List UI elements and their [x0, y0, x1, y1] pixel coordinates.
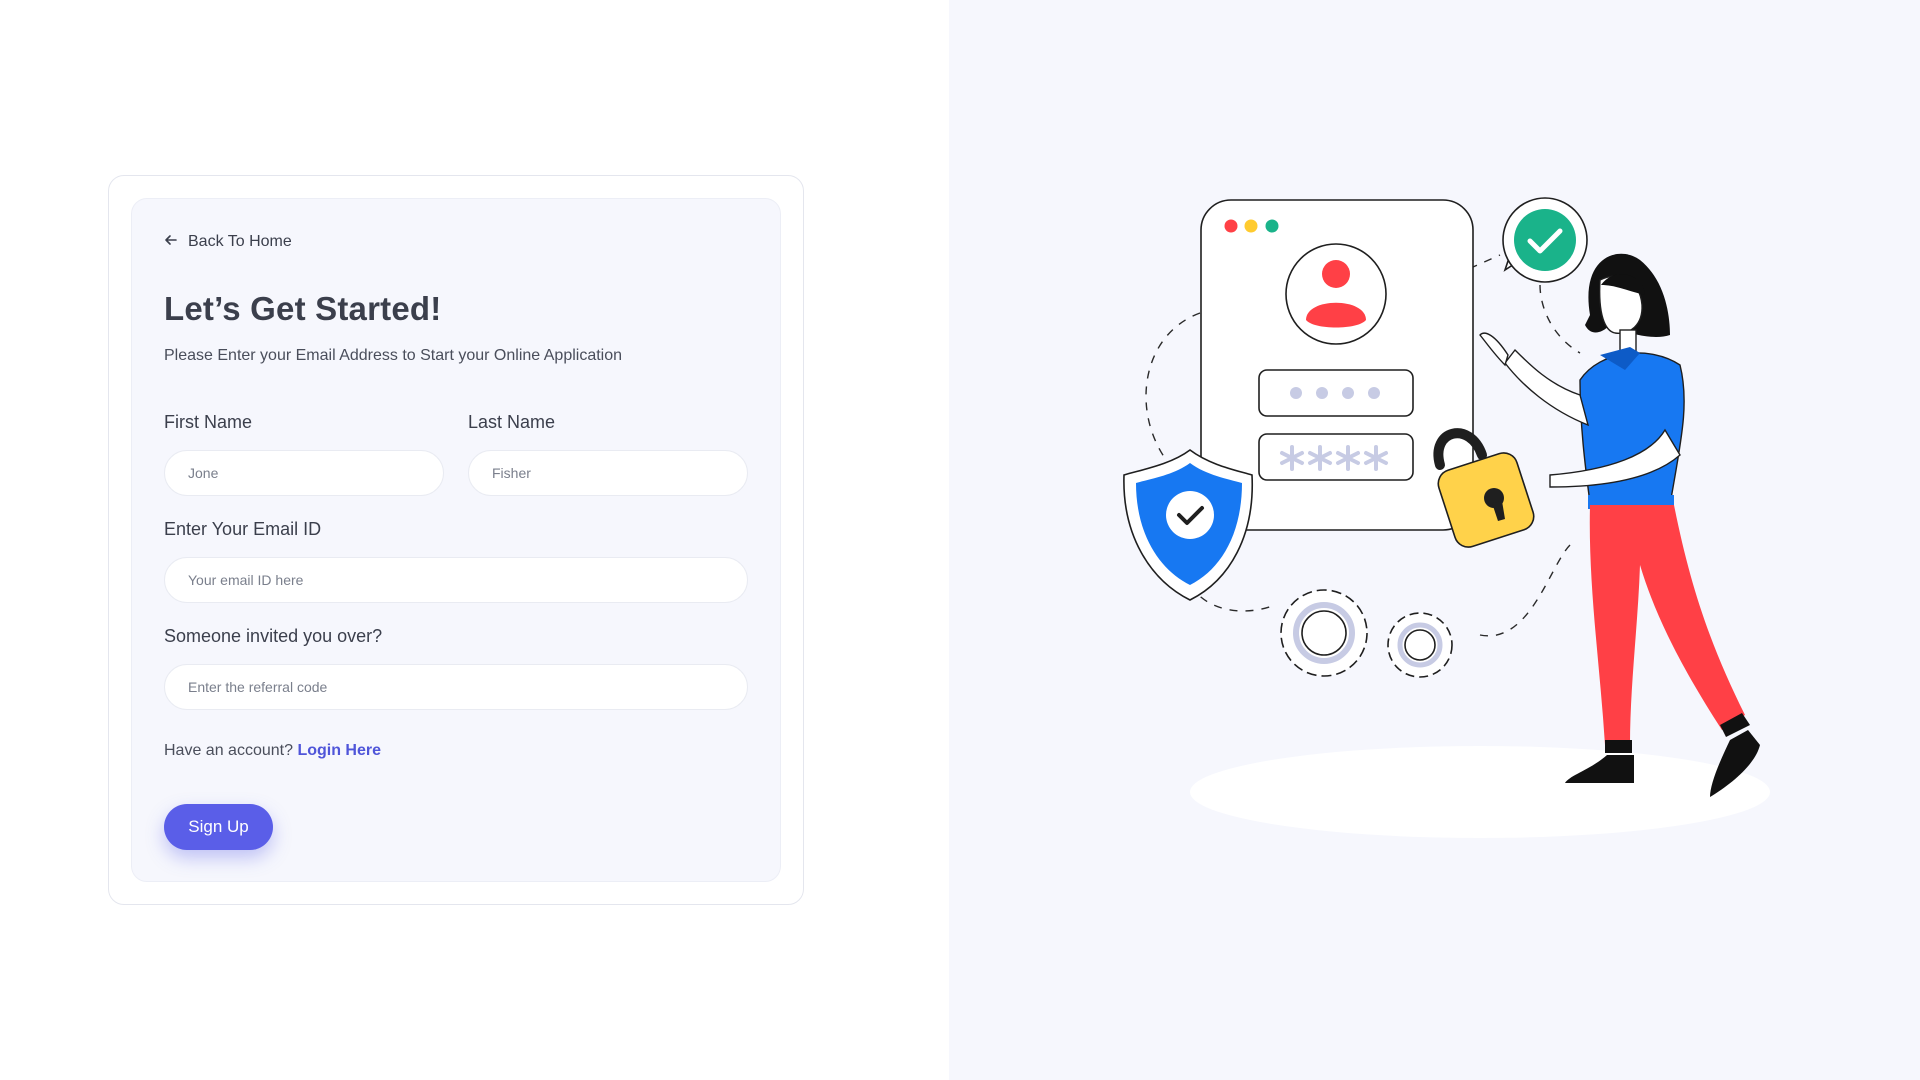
gear-icon — [1280, 589, 1453, 678]
password-dots-icon — [1258, 369, 1414, 417]
email-label: Enter Your Email ID — [164, 519, 322, 539]
email-input[interactable] — [164, 557, 748, 603]
back-to-home-link[interactable]: Back To Home — [164, 230, 292, 254]
arrow-left-icon — [164, 233, 178, 252]
account-prompt: Have an account? Login Here — [164, 742, 381, 760]
sign-up-button[interactable]: Sign Up — [164, 804, 273, 850]
page-subtitle: Please Enter your Email Address to Start… — [164, 347, 623, 364]
window-dots-icon — [1224, 219, 1279, 233]
asterisks-icon — [1258, 433, 1414, 481]
user-avatar-icon — [1285, 243, 1387, 345]
ground-shadow — [1190, 746, 1770, 838]
shield-check-icon — [1123, 449, 1254, 601]
account-prompt-text: Have an account? — [164, 742, 293, 759]
login-link[interactable]: Login Here — [297, 742, 381, 759]
last-name-input[interactable] — [468, 450, 748, 496]
last-name-label: Last Name — [468, 412, 556, 432]
back-to-home-label: Back To Home — [188, 233, 292, 250]
first-name-input[interactable] — [164, 450, 444, 496]
first-name-label: First Name — [164, 412, 253, 432]
page-title: Let’s Get Started! — [164, 290, 442, 327]
security-illustration — [1123, 197, 1770, 838]
referral-label: Someone invited you over? — [164, 626, 383, 646]
referral-input[interactable] — [164, 664, 748, 710]
checkmark-badge-icon — [1502, 197, 1588, 283]
